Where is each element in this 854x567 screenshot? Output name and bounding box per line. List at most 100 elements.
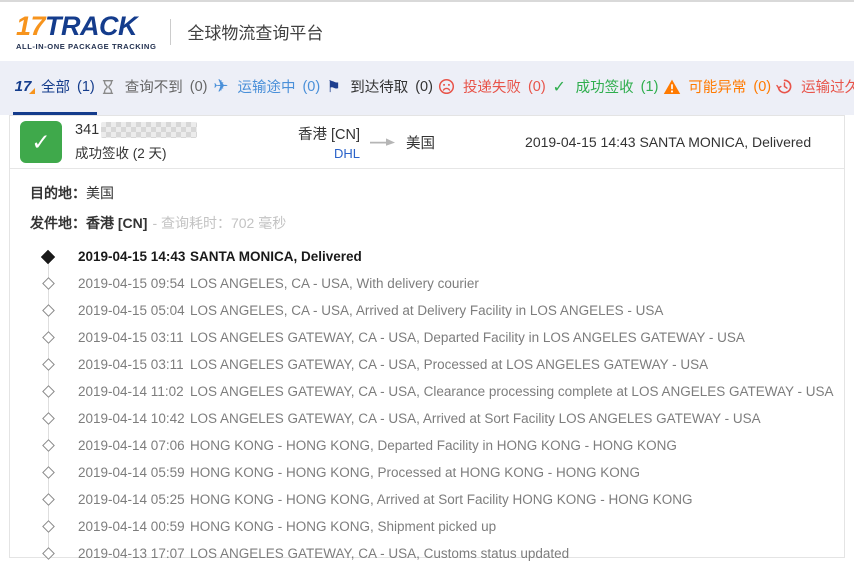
- query-time-note: - 查询耗时：702 毫秒: [152, 213, 286, 233]
- timeline-event-row: 2019-04-14 05:25HONG KONG - HONG KONG, A…: [10, 486, 844, 513]
- shipment-summary-row[interactable]: ✓ 341 成功签收 (2 天) 香港 [CN] DHL 美国 2019-04-…: [10, 116, 844, 169]
- diamond-hollow-icon: [30, 360, 66, 369]
- clock-history-icon: [775, 77, 794, 96]
- timeline-event-row: 2019-04-13 17:07LOS ANGELES GATEWAY, CA …: [10, 540, 844, 567]
- timeline-event-row: 2019-04-14 11:02LOS ANGELES GATEWAY, CA …: [10, 378, 844, 405]
- timeline-event-row: 2019-04-15 03:11LOS ANGELES GATEWAY, CA …: [10, 324, 844, 351]
- tab-logo-17[interactable]: 17全部(1): [13, 61, 97, 115]
- timeline-event-row: 2019-04-15 03:11LOS ANGELES GATEWAY, CA …: [10, 351, 844, 378]
- shipment-status-text: 成功签收 (2 天): [75, 142, 270, 162]
- tab-flag[interactable]: ⚑ 到达待取 (0): [322, 61, 435, 115]
- tracking-number-prefix: 341: [75, 122, 99, 138]
- tracking-number-block: 341 成功签收 (2 天): [75, 122, 270, 162]
- hourglass-icon: [99, 77, 118, 96]
- tab-clock-history[interactable]: 运输过久(0): [773, 61, 854, 115]
- diamond-hollow-icon: [30, 387, 66, 396]
- event-time: 2019-04-15 03:11: [78, 357, 190, 372]
- route-arrow-icon: [370, 137, 396, 147]
- header-divider: [170, 19, 171, 45]
- origin-label: 发件地：: [30, 213, 86, 233]
- tab-label: 运输过久: [801, 76, 854, 97]
- tracking-number[interactable]: 341: [75, 122, 270, 138]
- route-origin-block: 香港 [CN] DHL: [298, 123, 360, 161]
- warning-icon: [662, 77, 681, 96]
- event-time: 2019-04-14 05:25: [78, 492, 190, 507]
- tab-warning[interactable]: 可能异常 (0): [660, 61, 773, 115]
- diamond-hollow-icon: [30, 306, 66, 315]
- tracking-timeline: 2019-04-15 14:43SANTA MONICA, Delivered2…: [10, 243, 844, 567]
- tab-plane[interactable]: ✈运输途中(0): [209, 61, 322, 115]
- diamond-hollow-icon: [30, 549, 66, 558]
- tab-count: (0): [528, 79, 546, 95]
- tab-label: 可能异常: [688, 76, 746, 97]
- event-time: 2019-04-14 05:59: [78, 465, 190, 480]
- tab-check[interactable]: ✓ 成功签收 (1): [548, 61, 661, 115]
- app-header: 17TRACK ALL-IN-ONE PACKAGE TRACKING 全球物流…: [0, 2, 854, 61]
- diamond-filled-icon: [30, 252, 66, 262]
- timeline-event-row: 2019-04-14 05:59HONG KONG - HONG KONG, P…: [10, 459, 844, 486]
- logo-track-text: TRACK: [45, 11, 137, 41]
- tab-label: 运输途中: [237, 76, 295, 97]
- tracking-result-panel: ✓ 341 成功签收 (2 天) 香港 [CN] DHL 美国 2019-04-…: [9, 115, 845, 558]
- event-description: LOS ANGELES GATEWAY, CA - USA, Clearance…: [190, 384, 834, 399]
- status-filter-tabbar: 17全部(1)查询不到(0)✈运输途中(0)⚑到达待取(0)投递失败(0)✓成功…: [0, 61, 854, 115]
- timeline-event-row: 2019-04-15 14:43SANTA MONICA, Delivered: [10, 243, 844, 270]
- latest-event-text: 2019-04-15 14:43 SANTA MONICA, Delivered: [525, 134, 811, 150]
- event-time: 2019-04-14 00:59: [78, 519, 190, 534]
- diamond-hollow-icon: [30, 333, 66, 342]
- tab-label: 全部: [41, 76, 70, 97]
- origin-value: 香港 [CN]: [86, 213, 147, 233]
- destination-row: 目的地： 美国: [30, 178, 844, 208]
- event-description: LOS ANGELES GATEWAY, CA - USA, Arrived a…: [190, 411, 761, 426]
- event-time: 2019-04-15 09:54: [78, 276, 190, 291]
- event-description: HONG KONG - HONG KONG, Processed at HONG…: [190, 465, 640, 480]
- destination-place: 美国: [406, 132, 435, 153]
- logo-subtitle: ALL-IN-ONE PACKAGE TRACKING: [16, 43, 156, 51]
- delivered-check-icon: ✓: [20, 121, 62, 163]
- 17track-logo[interactable]: 17TRACK ALL-IN-ONE PACKAGE TRACKING: [16, 13, 156, 51]
- event-description: HONG KONG - HONG KONG, Shipment picked u…: [190, 519, 496, 534]
- diamond-hollow-icon: [30, 468, 66, 477]
- plane-icon: ✈: [211, 77, 230, 96]
- tab-count: (1): [77, 79, 95, 95]
- tab-label: 查询不到: [125, 76, 183, 97]
- tab-count: (0): [190, 79, 208, 95]
- event-description: SANTA MONICA, Delivered: [190, 249, 362, 264]
- tab-sad-face[interactable]: 投递失败(0): [435, 61, 548, 115]
- diamond-hollow-icon: [30, 441, 66, 450]
- event-time: 2019-04-15 14:43: [78, 249, 190, 264]
- tracking-number-redacted: [101, 122, 197, 138]
- timeline-event-row: 2019-04-14 10:42LOS ANGELES GATEWAY, CA …: [10, 405, 844, 432]
- diamond-hollow-icon: [30, 414, 66, 423]
- shipment-info-section: 目的地： 美国 发件地： 香港 [CN] - 查询耗时：702 毫秒: [10, 169, 844, 238]
- carrier-link[interactable]: DHL: [334, 146, 360, 161]
- tab-count: (0): [415, 79, 433, 95]
- timeline-event-row: 2019-04-14 00:59HONG KONG - HONG KONG, S…: [10, 513, 844, 540]
- tab-hourglass[interactable]: 查询不到 (0): [97, 61, 210, 115]
- sad-face-icon: [437, 77, 456, 96]
- origin-row: 发件地： 香港 [CN] - 查询耗时：702 毫秒: [30, 208, 844, 238]
- tab-label: 到达待取: [350, 76, 408, 97]
- event-time: 2019-04-15 03:11: [78, 330, 190, 345]
- event-description: HONG KONG - HONG KONG, Departed Facility…: [190, 438, 677, 453]
- check-icon: ✓: [550, 77, 569, 96]
- timeline-event-row: 2019-04-15 05:04LOS ANGELES, CA - USA, A…: [10, 297, 844, 324]
- tab-label: 成功签收: [576, 76, 634, 97]
- event-description: LOS ANGELES, CA - USA, With delivery cou…: [190, 276, 479, 291]
- tab-count: (1): [641, 79, 659, 95]
- event-description: LOS ANGELES GATEWAY, CA - USA, Departed …: [190, 330, 745, 345]
- diamond-hollow-icon: [30, 495, 66, 504]
- event-time: 2019-04-13 17:07: [78, 546, 190, 561]
- timeline-event-row: 2019-04-15 09:54LOS ANGELES, CA - USA, W…: [10, 270, 844, 297]
- event-description: HONG KONG - HONG KONG, Arrived at Sort F…: [190, 492, 693, 507]
- platform-title: 全球物流查询平台: [187, 19, 323, 44]
- tab-count: (0): [753, 79, 771, 95]
- timeline-event-row: 2019-04-14 07:06HONG KONG - HONG KONG, D…: [10, 432, 844, 459]
- destination-label: 目的地：: [30, 183, 86, 203]
- event-time: 2019-04-15 05:04: [78, 303, 190, 318]
- event-time: 2019-04-14 10:42: [78, 411, 190, 426]
- logo-wordmark: 17TRACK: [16, 13, 156, 40]
- diamond-hollow-icon: [30, 279, 66, 288]
- diamond-hollow-icon: [30, 522, 66, 531]
- flag-icon: ⚑: [324, 77, 343, 96]
